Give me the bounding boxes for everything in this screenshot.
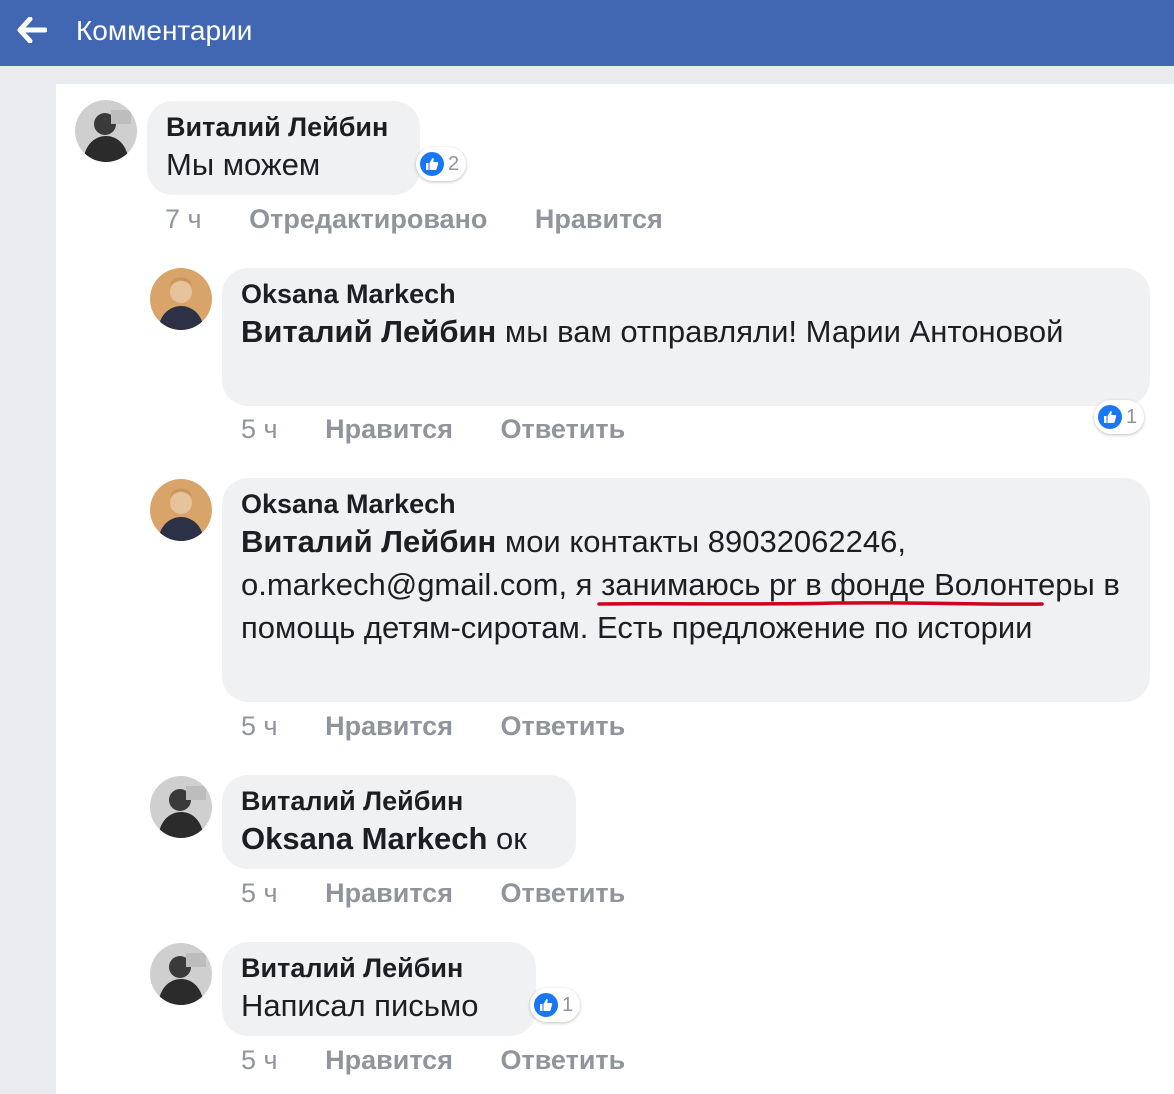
like-button[interactable]: Нравится <box>325 1044 453 1076</box>
like-button[interactable]: Нравится <box>325 413 453 445</box>
header-bar: Комментарии <box>0 0 1174 66</box>
reaction-badge[interactable]: 1 <box>530 988 581 1022</box>
back-button[interactable] <box>14 12 50 48</box>
comment-meta: 5 ч Нравится Ответить <box>241 1044 625 1076</box>
comment-meta: 5 ч Нравится Ответить <box>241 710 625 742</box>
comment-text: Написал письмо <box>241 988 479 1023</box>
page-title: Комментарии <box>76 15 253 46</box>
comment-bubble: Виталий Лейбин Написал письмо <box>222 942 536 1036</box>
comment-meta: 5 ч Нравится Ответить <box>241 877 625 909</box>
comment-author[interactable]: Виталий Лейбин <box>241 785 556 817</box>
comment-time: 5 ч <box>241 1045 278 1075</box>
avatar[interactable] <box>150 479 212 541</box>
reply-button[interactable]: Ответить <box>500 1044 625 1076</box>
mention-link[interactable]: Виталий Лейбин <box>241 314 496 349</box>
comment-author[interactable]: Виталий Лейбин <box>241 952 516 984</box>
thumbs-up-icon <box>420 152 444 176</box>
reply-button[interactable]: Ответить <box>500 710 625 742</box>
comment-time: 5 ч <box>241 878 278 908</box>
avatar[interactable] <box>75 100 137 162</box>
reaction-count: 2 <box>448 152 460 175</box>
thumbs-up-icon <box>1098 405 1122 429</box>
reaction-count: 1 <box>1126 405 1138 428</box>
comment-time: 7 ч <box>165 204 202 234</box>
like-button[interactable]: Нравится <box>325 877 453 909</box>
like-button[interactable]: Нравится <box>535 203 663 235</box>
comment-time: 5 ч <box>241 414 278 444</box>
user-photo-icon <box>150 776 212 838</box>
comment-text: Oksana Markech ок <box>241 817 556 860</box>
comment-bubble: Oksana Markech Виталий Лейбин мои контак… <box>222 478 1150 702</box>
reaction-count: 1 <box>562 993 574 1016</box>
comment-bubble: Виталий Лейбин Мы можем <box>147 101 420 195</box>
like-button[interactable]: Нравится <box>325 710 453 742</box>
comment-bubble: Виталий Лейбин Oksana Markech ок <box>222 775 576 869</box>
comment-meta: 7 ч Отредактировано Нравится <box>165 203 663 235</box>
reaction-badge[interactable]: 1 <box>1094 400 1145 434</box>
user-photo-icon <box>150 268 212 330</box>
comment-text: Мы можем <box>166 147 321 182</box>
comment-text: Виталий Лейбин мои контакты 89032062246,… <box>241 520 1130 649</box>
reply-button[interactable]: Ответить <box>500 877 625 909</box>
avatar[interactable] <box>150 268 212 330</box>
comment-time: 5 ч <box>241 711 278 741</box>
comment-author[interactable]: Oksana Markech <box>241 278 1130 310</box>
user-photo-icon <box>150 943 212 1005</box>
mention-link[interactable]: Виталий Лейбин <box>241 524 496 559</box>
comment-body: ок <box>487 821 527 856</box>
user-photo-icon <box>75 100 137 162</box>
comment-meta: 5 ч Нравится Ответить <box>241 413 625 445</box>
comment-author[interactable]: Виталий Лейбин <box>166 111 400 143</box>
reply-button[interactable]: Ответить <box>500 413 625 445</box>
comment-body: мы вам отправляли! Марии Антоновой <box>496 314 1064 349</box>
underlined-text: , я занимаюсь pr в фонде <box>558 567 926 602</box>
arrow-left-icon <box>17 17 47 43</box>
user-photo-icon <box>150 479 212 541</box>
avatar[interactable] <box>150 943 212 1005</box>
edited-label: Отредактировано <box>249 204 488 234</box>
comment-author[interactable]: Oksana Markech <box>241 488 1130 520</box>
comment-text: Виталий Лейбин мы вам отправляли! Марии … <box>241 310 1130 353</box>
avatar[interactable] <box>150 776 212 838</box>
thumbs-up-icon <box>534 993 558 1017</box>
reaction-badge[interactable]: 2 <box>416 147 467 181</box>
comment-bubble: Oksana Markech Виталий Лейбин мы вам отп… <box>222 268 1150 406</box>
mention-link[interactable]: Oksana Markech <box>241 821 487 856</box>
